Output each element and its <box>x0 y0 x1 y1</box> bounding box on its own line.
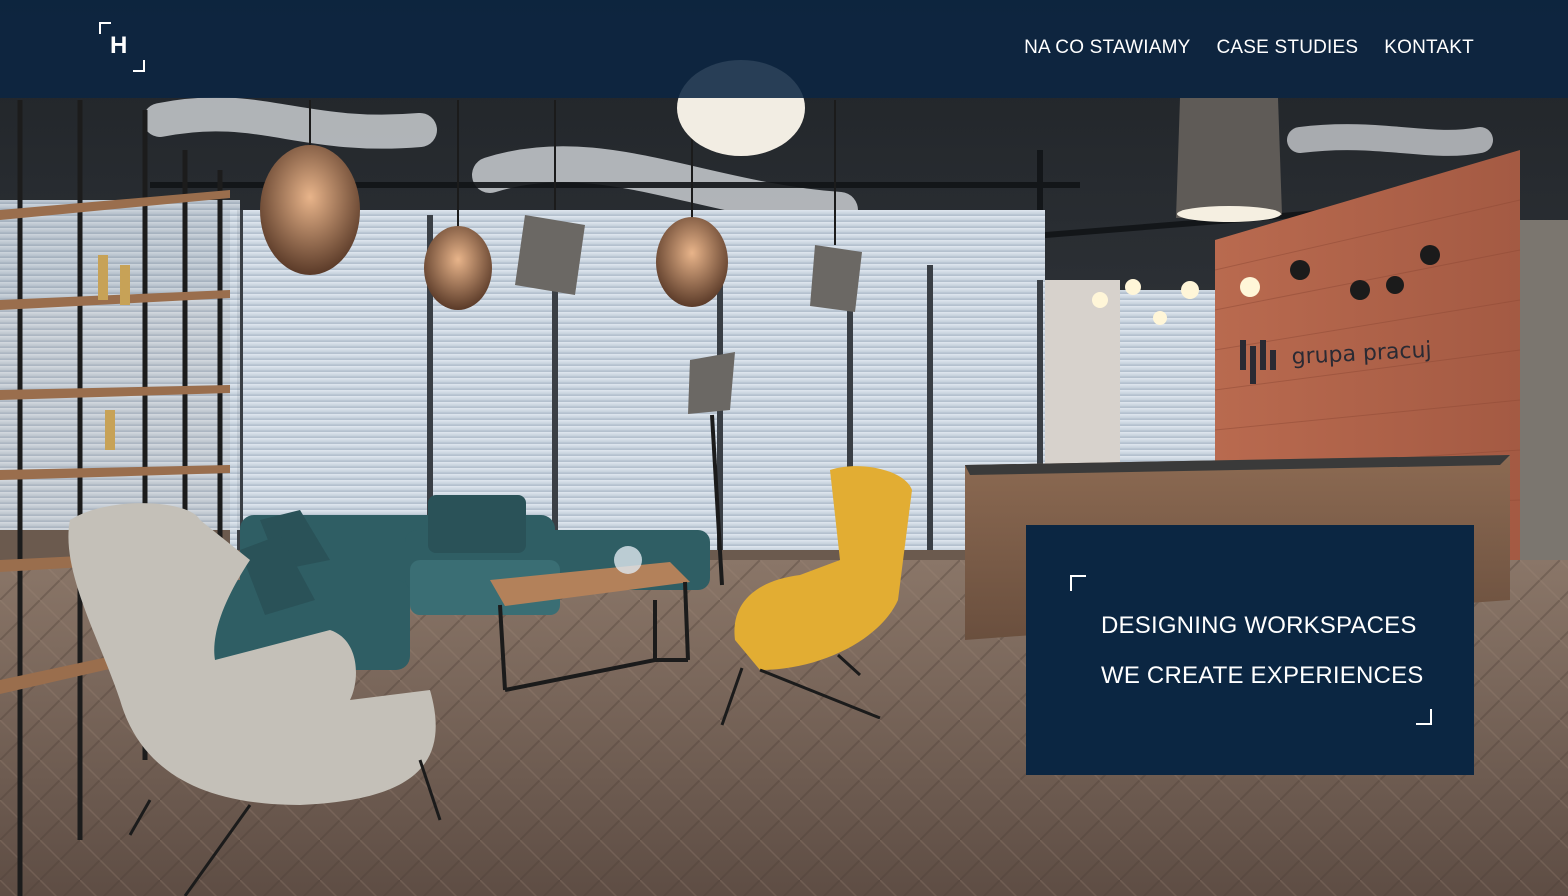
logo-home-link[interactable]: H <box>99 22 145 72</box>
nav-item-kontakt[interactable]: KONTAKT <box>1384 37 1474 59</box>
card-corner-top-left <box>1070 575 1086 591</box>
tagline-line-1: DESIGNING WORKSPACES <box>1101 612 1417 639</box>
card-corner-bottom-right <box>1416 709 1432 725</box>
logo-corner-bottom-right <box>133 60 145 72</box>
tagline-card: DESIGNING WORKSPACES WE CREATE EXPERIENC… <box>1026 525 1474 775</box>
logo-letter: H <box>110 32 128 59</box>
tagline-line-2: WE CREATE EXPERIENCES <box>1101 662 1424 689</box>
page: grupa pracuj H NA CO STAWIAMY CASE STUDI… <box>0 0 1568 896</box>
site-header: H NA CO STAWIAMY CASE STUDIES KONTAKT <box>0 0 1568 98</box>
nav-item-na-co-stawiamy[interactable]: NA CO STAWIAMY <box>1024 37 1190 59</box>
main-nav: NA CO STAWIAMY CASE STUDIES KONTAKT <box>1024 37 1474 59</box>
nav-item-case-studies[interactable]: CASE STUDIES <box>1217 37 1359 59</box>
